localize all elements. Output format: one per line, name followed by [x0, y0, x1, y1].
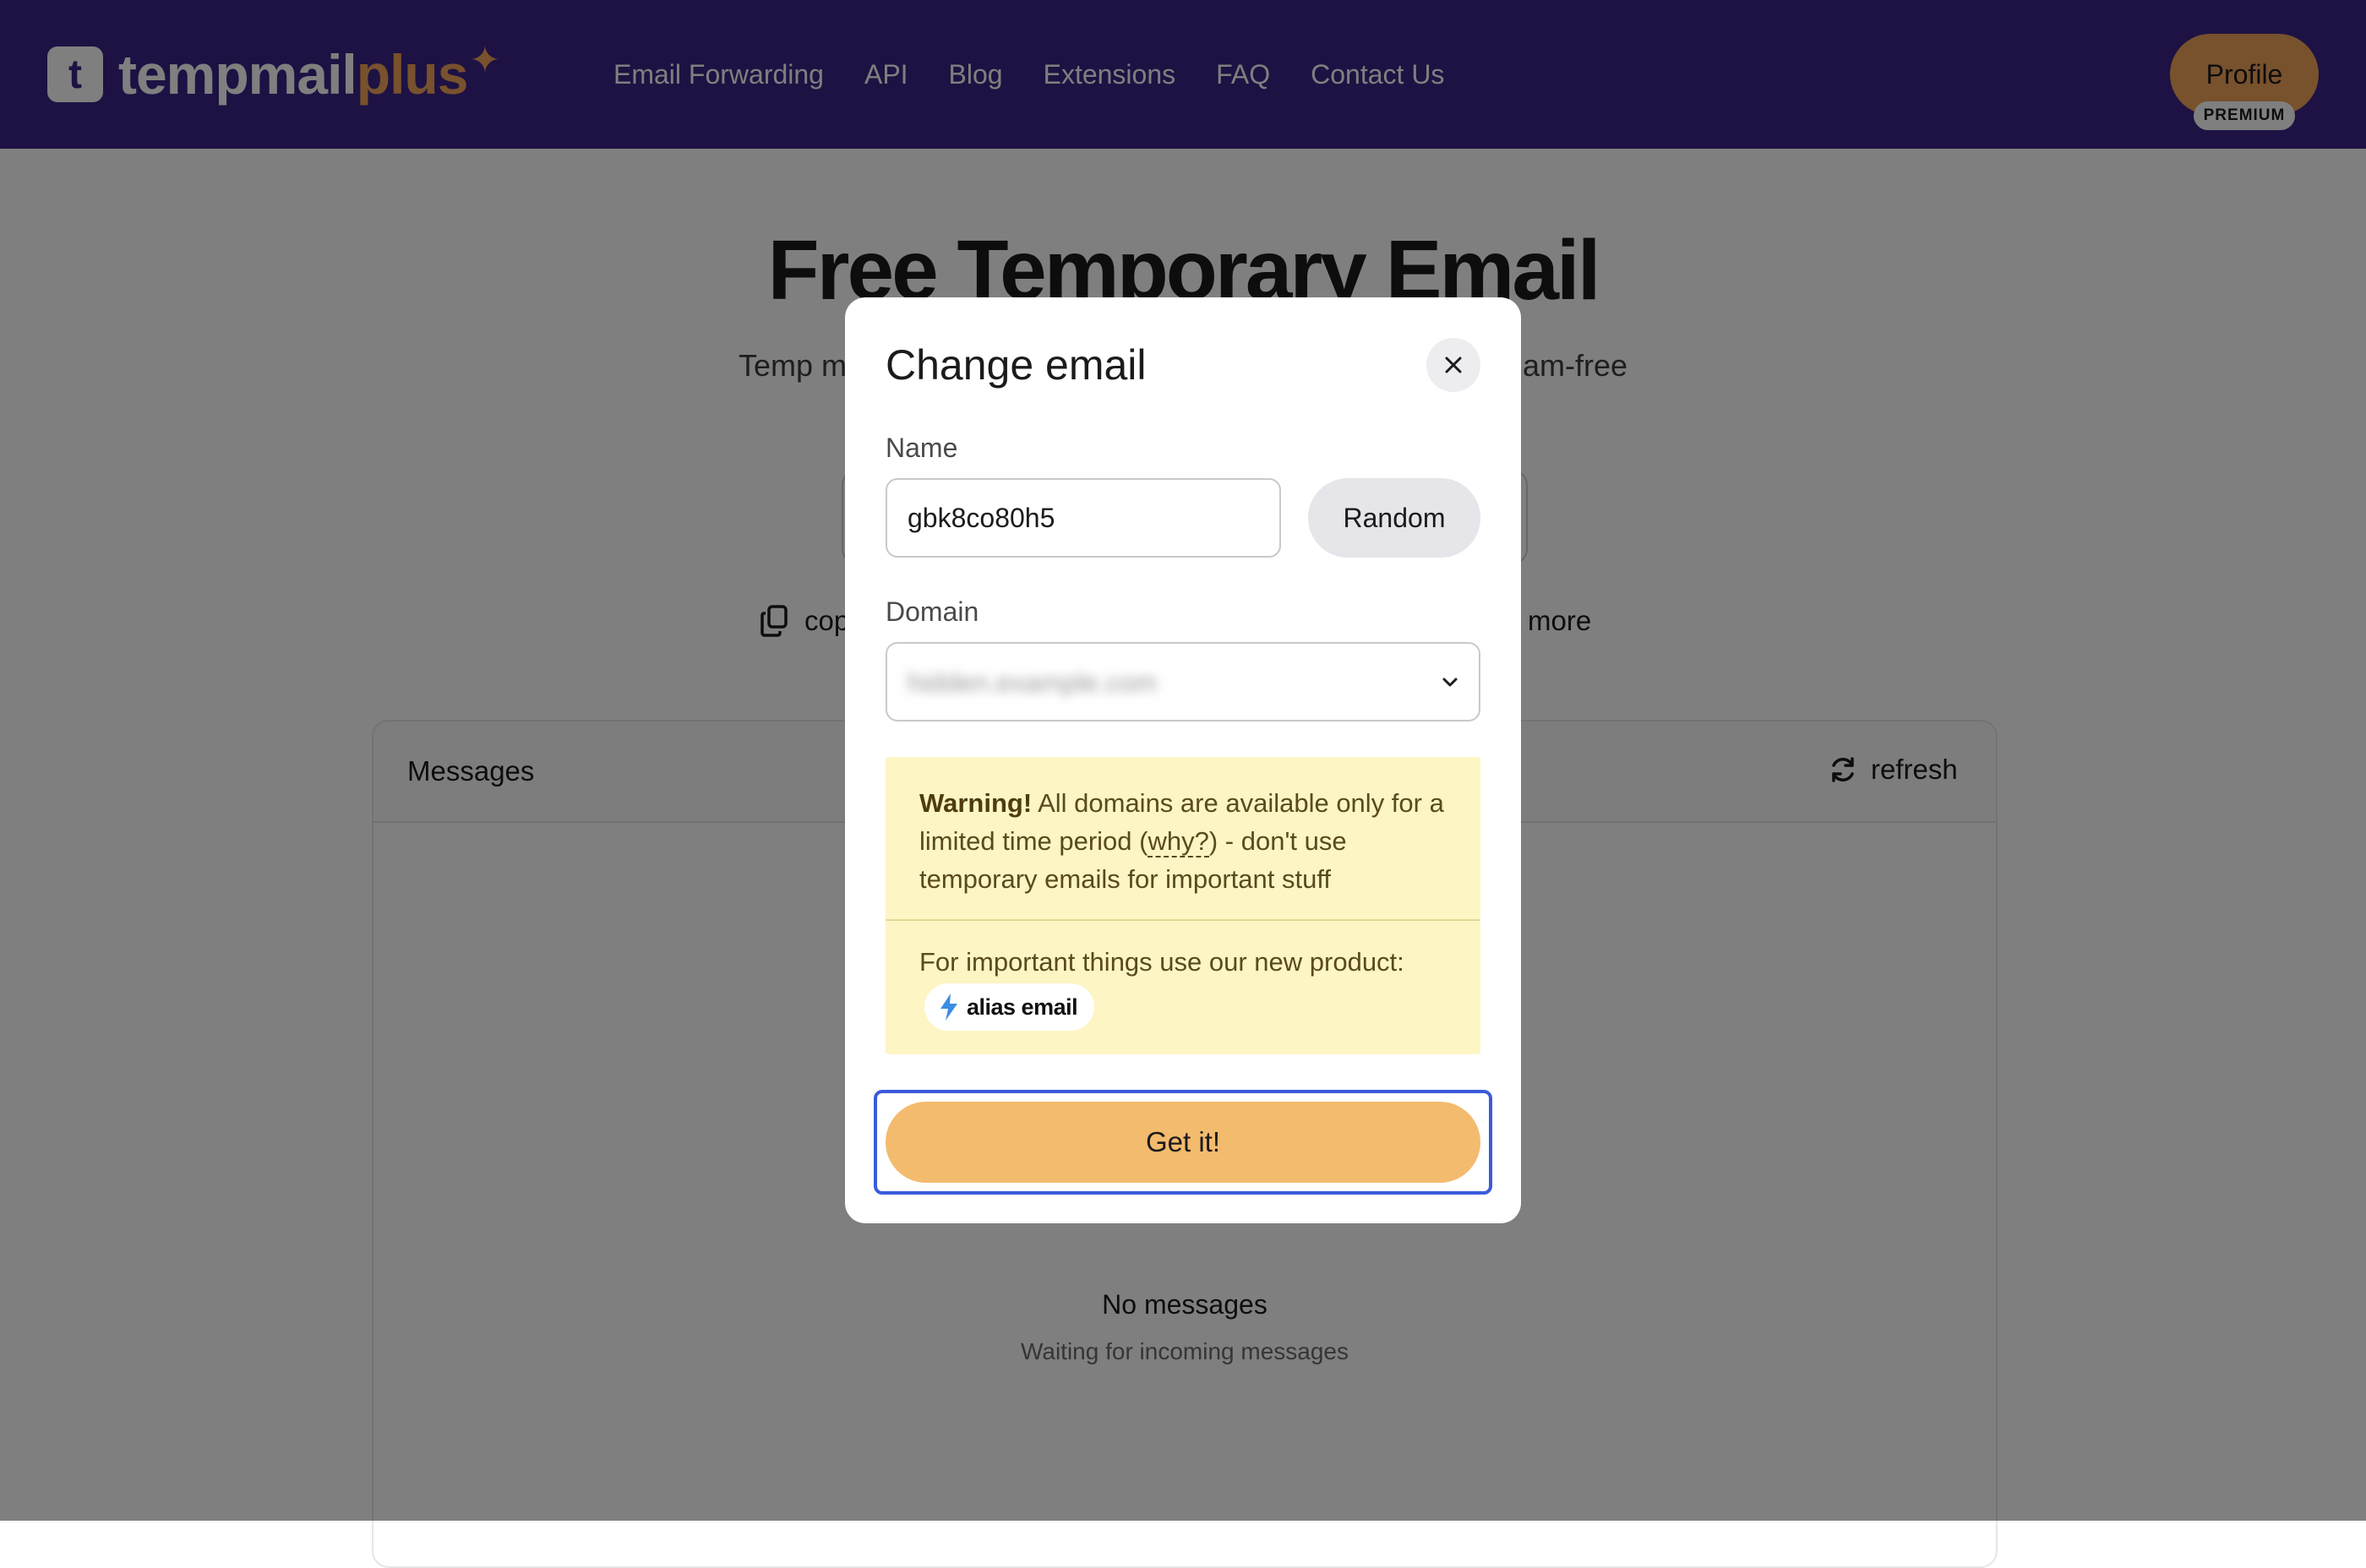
get-it-button[interactable]: Get it! — [886, 1102, 1480, 1183]
warning-strong: Warning! — [919, 788, 1033, 818]
why-link[interactable]: why? — [1148, 826, 1209, 858]
close-icon — [1445, 357, 1462, 373]
warning-text: Warning! All domains are available only … — [919, 784, 1460, 898]
warning-box: Warning! All domains are available only … — [886, 757, 1480, 1054]
change-email-dialog: Change email Name Random Domain hidden.e… — [845, 297, 1521, 1223]
domain-value: hidden.example.com — [908, 667, 1158, 698]
domain-select[interactable]: hidden.example.com — [886, 642, 1480, 721]
close-button[interactable] — [1426, 338, 1480, 392]
chevron-down-icon — [1442, 678, 1458, 687]
name-input[interactable] — [886, 478, 1281, 558]
promo-label: For important things use our new product… — [919, 947, 1404, 977]
promo-text: For important things use our new product… — [919, 941, 1460, 1031]
domain-label: Domain — [886, 596, 979, 627]
name-label: Name — [886, 433, 958, 463]
random-button[interactable]: Random — [1308, 478, 1480, 558]
warning-divider — [886, 919, 1480, 921]
alias-email-label: alias email — [967, 994, 1078, 1020]
bolt-icon — [940, 994, 957, 1021]
alias-email-link[interactable]: alias email — [924, 983, 1095, 1031]
dialog-title: Change email — [886, 341, 1147, 389]
